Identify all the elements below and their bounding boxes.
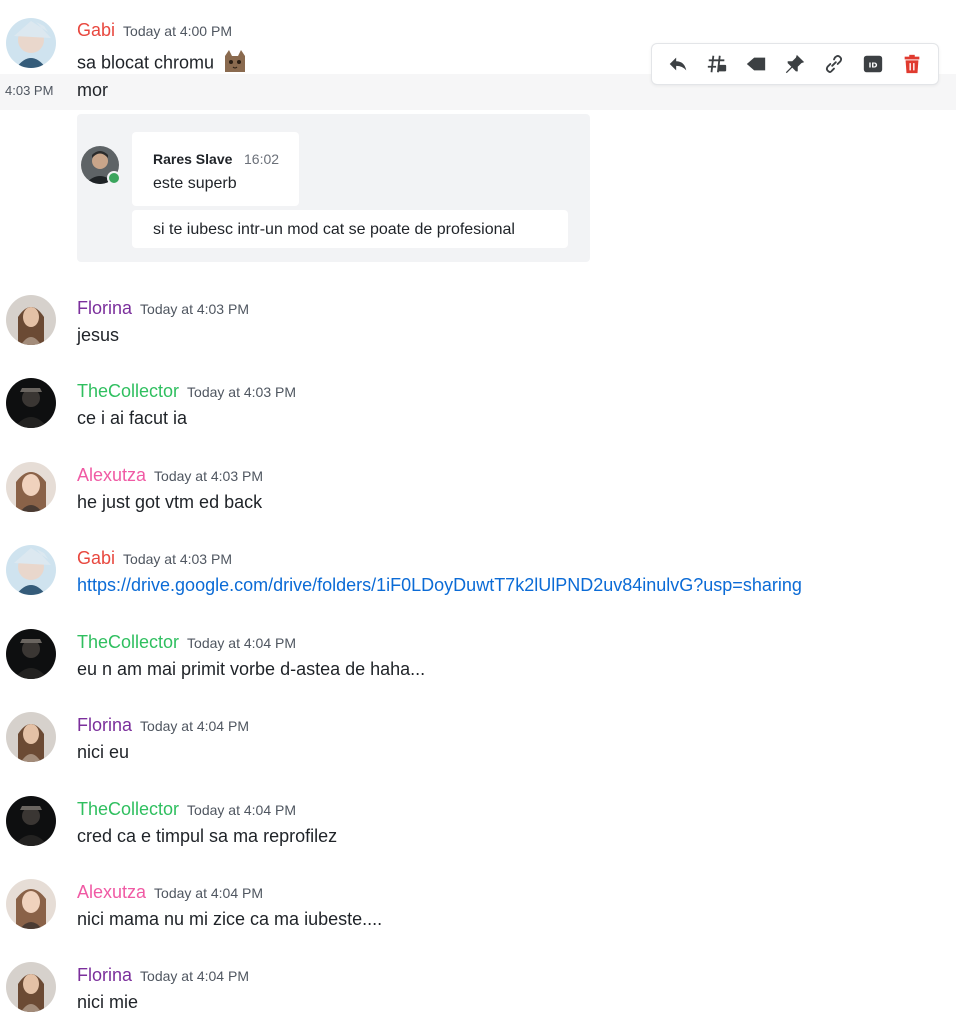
trash-icon [905,54,920,74]
message-time: Today at 4:04 PM [140,718,249,734]
reply-icon [669,57,686,71]
avatar[interactable] [6,962,56,1012]
pin-icon [785,54,805,74]
embed-bubble: si te iubesc intr-un mod cat se poate de… [132,210,568,248]
embed-time: 16:02 [244,151,280,167]
message-author[interactable]: Florina [77,965,132,985]
avatar[interactable] [6,545,56,595]
message-text: cred ca e timpul sa ma reprofilez [77,826,338,846]
message-content: sa blocat chromu [77,48,248,79]
online-status-icon [107,171,121,185]
message-text: eu n am mai primit vorbe d-astea de haha… [77,659,426,679]
avatar[interactable] [6,378,56,428]
cat-emoji-icon [222,48,248,79]
message-text: jesus [77,325,120,345]
message-text: nici mie [77,992,139,1012]
message-time: Today at 4:03 PM [140,301,249,317]
tag-icon [746,57,766,71]
message-time: Today at 4:04 PM [140,968,249,984]
message-author[interactable]: Alexutza [77,882,146,902]
id-icon: ID [864,55,883,73]
tag-button[interactable] [741,49,771,79]
embed-text: este superb [153,175,237,192]
embed-text: si te iubesc intr-un mod cat se poate de… [153,221,515,238]
message-time: Today at 4:04 PM [187,635,296,651]
avatar[interactable] [6,462,56,512]
delete-button[interactable] [897,49,927,79]
message-text: nici mama nu mi zice ca ma iubeste.... [77,909,383,929]
link-icon [826,55,843,73]
embed-author[interactable]: Rares Slave [153,151,232,167]
reply-button[interactable] [663,49,693,79]
avatar[interactable] [6,712,56,762]
message-author[interactable]: Florina [77,298,132,318]
message-author[interactable]: Gabi [77,548,115,568]
message-author[interactable]: Gabi [77,20,115,40]
message-time: Today at 4:00 PM [123,23,232,39]
avatar[interactable] [6,18,56,68]
pin-button[interactable] [780,49,810,79]
message-timestamp: 4:03 PM [5,83,54,98]
message-embed: Rares Slave 16:02 este superb si te iube… [77,114,590,262]
message-time: Today at 4:03 PM [123,551,232,567]
message-text: nici eu [77,742,130,762]
message-link[interactable]: https://drive.google.com/drive/folders/1… [77,575,802,595]
message-text: mor [77,80,108,100]
message-action-toolbar: ID [651,43,939,85]
avatar[interactable] [6,796,56,846]
message-time: Today at 4:03 PM [154,468,263,484]
message-author[interactable]: Florina [77,715,132,735]
message-author[interactable]: Alexutza [77,465,146,485]
message-time: Today at 4:04 PM [154,885,263,901]
create-thread-button[interactable] [702,49,732,79]
copy-id-button[interactable]: ID [858,49,888,79]
message-author[interactable]: TheCollector [77,799,179,819]
message-text: sa blocat chromu [77,52,215,73]
avatar[interactable] [6,629,56,679]
avatar[interactable] [6,879,56,929]
message-time: Today at 4:03 PM [187,384,296,400]
message-author[interactable]: TheCollector [77,632,179,652]
message-text: ce i ai facut ia [77,408,188,428]
embed-bubble: Rares Slave 16:02 este superb [132,132,299,206]
svg-text:ID: ID [869,61,878,70]
message-time: Today at 4:04 PM [187,802,296,818]
message-author[interactable]: TheCollector [77,381,179,401]
copy-link-button[interactable] [819,49,849,79]
avatar[interactable] [6,295,56,345]
message-text: he just got vtm ed back [77,492,263,512]
thread-icon [707,55,726,73]
